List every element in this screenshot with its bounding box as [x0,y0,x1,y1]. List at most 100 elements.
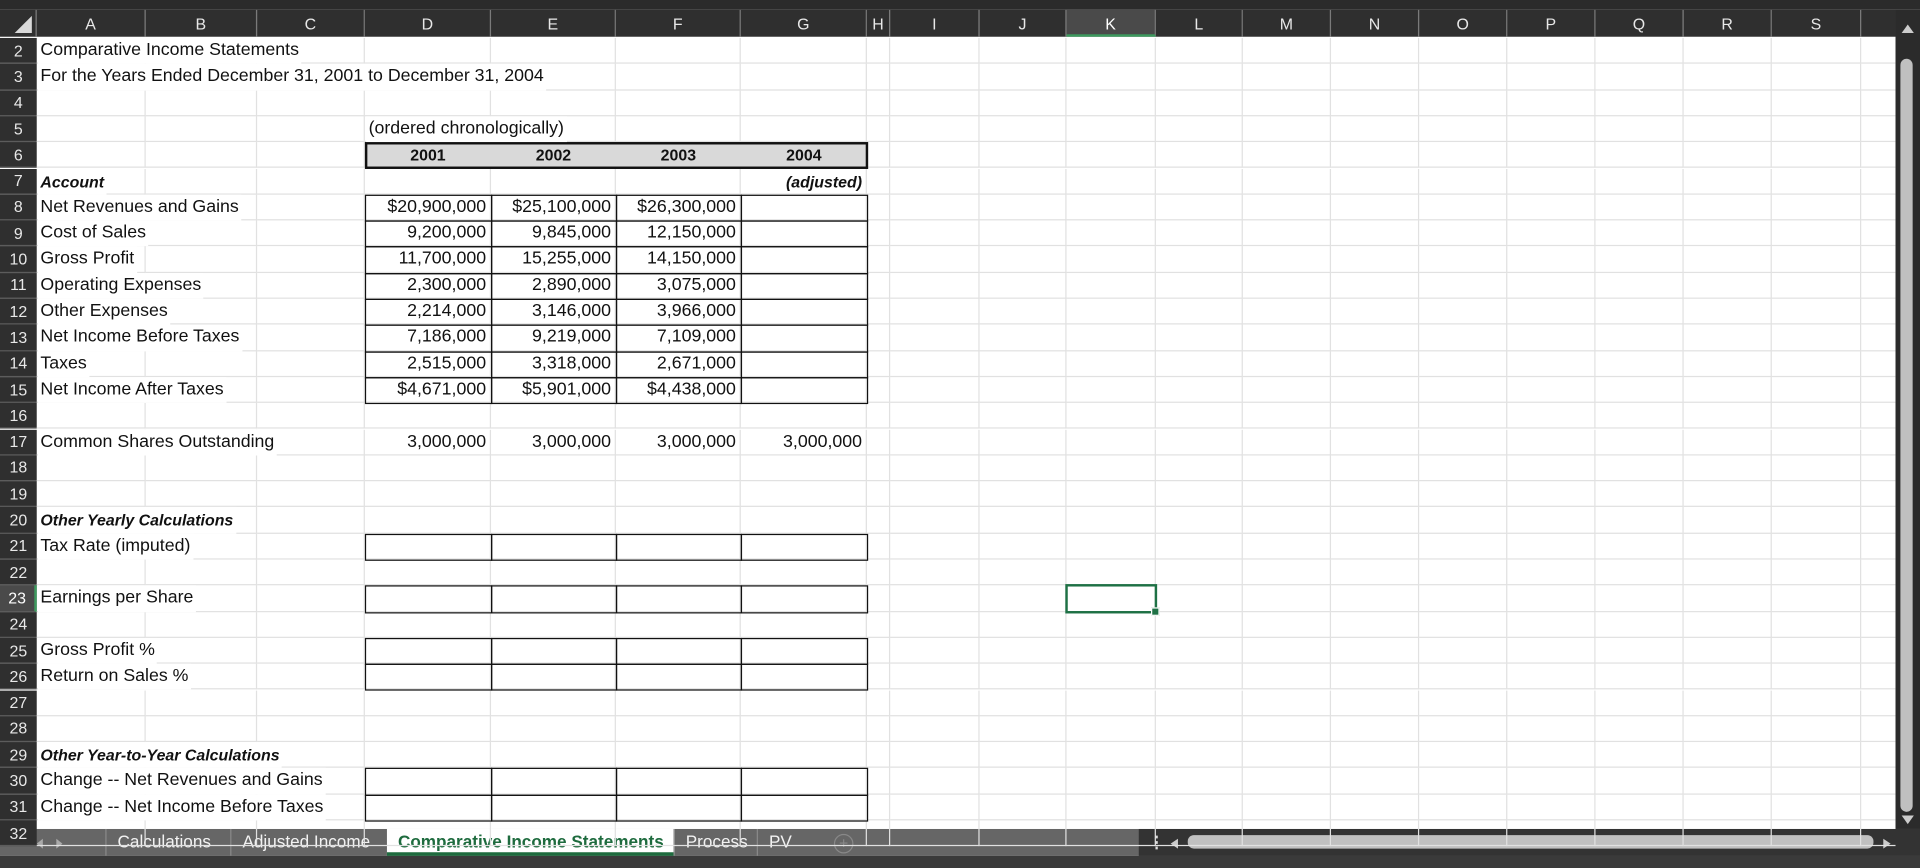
cell[interactable] [1595,663,1684,690]
cell[interactable] [1507,142,1596,169]
cell[interactable] [36,90,146,117]
cell[interactable] [1066,637,1156,664]
cell[interactable] [1155,429,1243,456]
cell[interactable] [740,481,867,508]
cell[interactable] [979,220,1067,247]
column-header-s[interactable]: S [1771,9,1862,37]
cell[interactable] [1595,768,1684,795]
cell[interactable] [145,559,258,586]
cell[interactable] [740,64,867,91]
cell[interactable] [1242,350,1332,378]
cell[interactable] [1683,429,1772,456]
cell[interactable] [740,220,867,247]
cell[interactable] [890,142,980,169]
cell[interactable] [257,533,365,560]
cell[interactable] [364,611,492,638]
cell[interactable] [1861,455,1896,482]
cell[interactable] [1683,37,1772,65]
cell[interactable] [36,403,146,430]
cell[interactable] [1066,403,1156,430]
cell[interactable] [1066,429,1156,456]
cell[interactable] [1861,481,1896,508]
cell[interactable] [491,611,616,638]
cell[interactable] [1507,611,1596,638]
cell[interactable] [979,116,1067,143]
cell[interactable] [364,533,492,560]
cell[interactable] [979,350,1067,378]
cell[interactable] [145,481,258,508]
cell[interactable] [1771,768,1862,795]
cell[interactable] [740,507,867,534]
cell[interactable] [145,690,258,717]
cell[interactable] [1419,168,1508,195]
cell[interactable] [1595,403,1684,430]
cell[interactable] [491,768,616,795]
cell[interactable] [1155,481,1243,508]
cell[interactable] [615,455,741,482]
row-header-20[interactable]: 20 [0,507,37,534]
cell[interactable] [145,637,258,664]
cell[interactable] [1242,716,1332,743]
cell[interactable] [979,690,1067,717]
cell[interactable] [1771,64,1862,91]
cell[interactable] [1066,455,1156,482]
cell[interactable] [979,820,1067,847]
cell[interactable] [890,429,980,456]
cell[interactable] [979,533,1067,560]
cell[interactable] [1771,377,1862,404]
cell[interactable] [1861,221,1896,247]
cell[interactable] [1331,429,1420,456]
cell[interactable] [890,742,980,769]
cell[interactable] [1595,742,1684,769]
cell[interactable] [1683,168,1772,195]
cell[interactable] [615,116,741,143]
cell[interactable] [1861,664,1896,690]
cell[interactable] [1155,64,1243,91]
row-header-12[interactable]: 12 [0,298,37,325]
cell[interactable] [740,272,867,299]
cell[interactable] [1331,533,1420,560]
cell[interactable] [1861,768,1896,795]
cell[interactable] [257,142,365,169]
cell[interactable] [1066,377,1156,404]
column-header-h[interactable]: H [866,9,891,37]
cell[interactable] [866,559,891,586]
column-header-o[interactable]: O [1419,9,1508,37]
cell[interactable] [979,585,1067,612]
cell[interactable] [1507,768,1596,795]
cell[interactable] [1331,37,1420,65]
cell[interactable] [866,142,891,169]
cell[interactable] [36,690,146,717]
cell[interactable] [1331,637,1420,664]
cell[interactable] [257,246,365,273]
cell[interactable] [1242,768,1332,795]
cell[interactable] [890,716,980,743]
cell[interactable] [1419,663,1508,690]
cell[interactable] [1507,377,1596,404]
cell[interactable] [1331,403,1420,430]
cell[interactable] [257,116,365,143]
cell[interactable] [1771,481,1862,508]
cell[interactable] [1419,246,1508,273]
cell[interactable] [1595,377,1684,404]
cell[interactable] [890,403,980,430]
column-header-r[interactable]: R [1683,9,1772,37]
vertical-scrollbar[interactable] [1895,9,1920,829]
cell[interactable] [1771,142,1862,169]
cell[interactable] [979,298,1067,325]
cell[interactable] [1595,37,1684,65]
cell[interactable] [1507,820,1596,847]
cell[interactable] [145,116,258,143]
row-header-17[interactable]: 17 [0,429,37,456]
cell[interactable] [1242,403,1332,430]
cell[interactable] [890,690,980,717]
cell[interactable] [1155,794,1243,821]
cell[interactable] [1595,794,1684,821]
row-header-26[interactable]: 26 [0,663,37,690]
cell[interactable] [1683,768,1772,795]
cell[interactable] [1683,794,1772,821]
cell[interactable] [1331,168,1420,195]
cell[interactable] [1595,272,1684,299]
scroll-up-icon[interactable] [1901,24,1914,34]
cell[interactable] [1419,820,1508,847]
